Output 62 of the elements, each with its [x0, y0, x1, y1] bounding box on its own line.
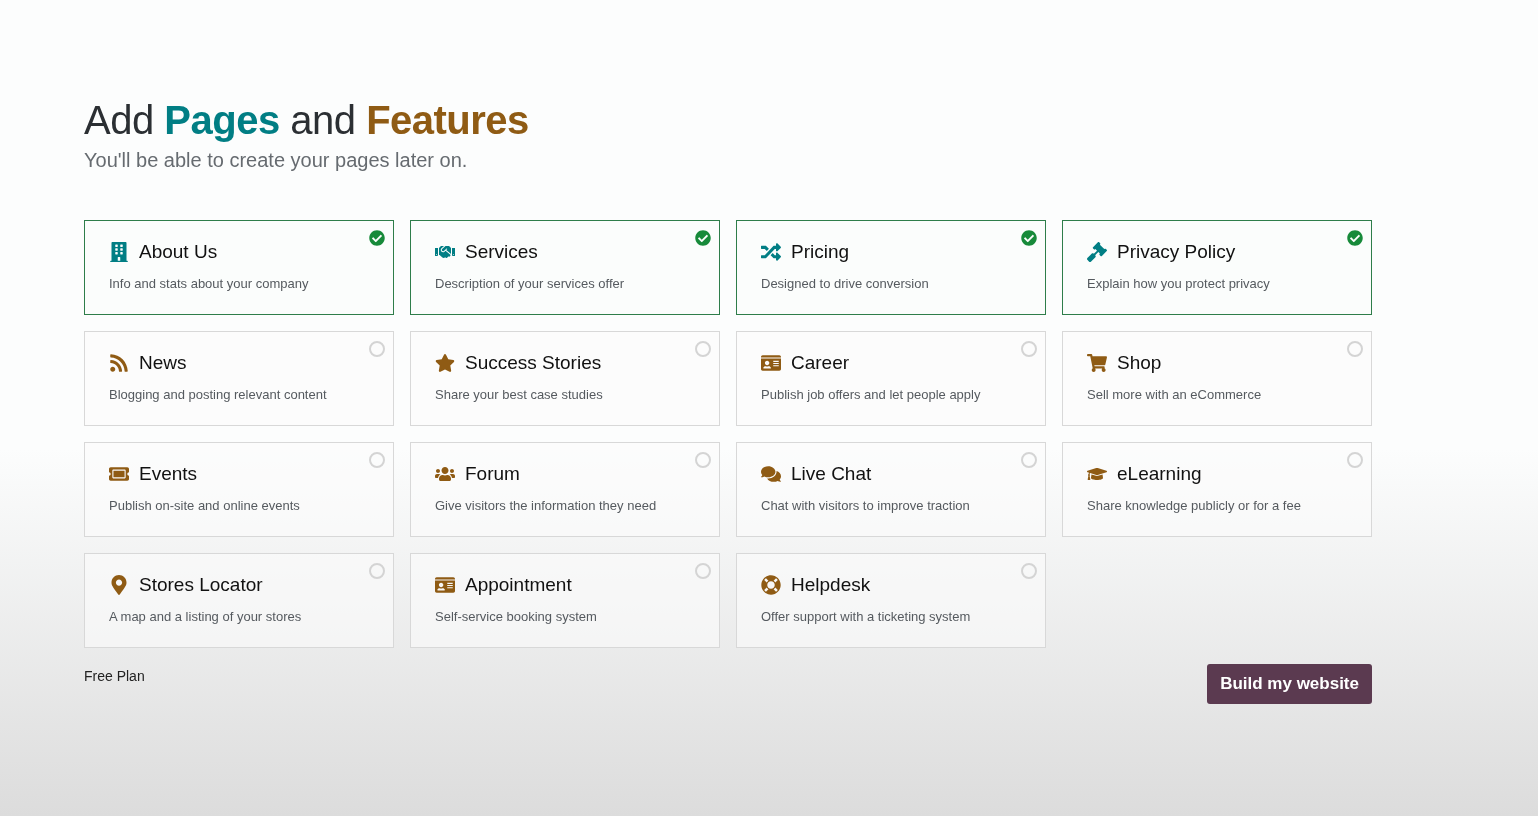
- feature-card[interactable]: Live Chat Chat with visitors to improve traction: [736, 442, 1046, 537]
- page-title: Add Pages and Features: [84, 98, 530, 143]
- feature-name: Events: [139, 463, 198, 485]
- feature-description: Publish job offers and let people apply: [761, 387, 982, 402]
- feature-name: Privacy Policy: [1117, 241, 1236, 263]
- feature-name: Shop: [1117, 352, 1162, 374]
- building-icon: [109, 242, 129, 262]
- feature-card[interactable]: Shop Sell more with an eCommerce: [1062, 331, 1372, 426]
- feature-card[interactable]: Success Stories Share your best case studies: [410, 331, 720, 426]
- users-icon: [435, 464, 455, 484]
- feature-card[interactable]: Appointment Self-service booking system: [410, 553, 720, 648]
- map-pin-icon: [109, 575, 129, 595]
- feature-name: Services: [465, 241, 538, 263]
- feature-name: Pricing: [791, 241, 850, 263]
- feature-description: Give visitors the information they need: [435, 498, 658, 513]
- feature-card[interactable]: Stores Locator A map and a listing of your stores: [84, 553, 394, 648]
- feature-name: News: [139, 352, 187, 374]
- star-icon: [435, 353, 455, 373]
- feature-description: Explain how you protect privacy: [1087, 276, 1271, 291]
- feature-name: Stores Locator: [139, 574, 263, 596]
- feature-name: eLearning: [1117, 463, 1202, 485]
- chat-bubbles-icon: [761, 464, 781, 484]
- feature-description: Designed to drive conversion: [761, 276, 930, 291]
- ticket-icon: [109, 464, 129, 484]
- shuffle-icon: [761, 242, 781, 262]
- feature-description: Blogging and posting relevant content: [109, 387, 328, 402]
- plan-label: Free Plan: [84, 668, 145, 684]
- feature-card[interactable]: Services Description of your services offer: [410, 220, 720, 315]
- feature-name: Helpdesk: [791, 574, 871, 596]
- feature-name: Career: [791, 352, 850, 374]
- feature-description: Offer support with a ticketing system: [761, 609, 972, 624]
- feature-card[interactable]: eLearning Share knowledge publicly or for a fee: [1062, 442, 1372, 537]
- feature-description: Description of your services offer: [435, 276, 626, 291]
- lifebuoy-icon: [761, 575, 781, 595]
- feature-card[interactable]: About Us Info and stats about your company: [84, 220, 394, 315]
- feature-card[interactable]: Pricing Designed to drive conversion: [736, 220, 1046, 315]
- feature-name: About Us: [139, 241, 218, 263]
- feature-card[interactable]: Career Publish job offers and let people apply: [736, 331, 1046, 426]
- feature-description: A map and a listing of your stores: [109, 609, 303, 624]
- feature-card[interactable]: Events Publish on-site and online events: [84, 442, 394, 537]
- feature-card[interactable]: Privacy Policy Explain how you protect privacy: [1062, 220, 1372, 315]
- rss-icon: [109, 353, 129, 373]
- feature-name: Appointment: [465, 574, 572, 596]
- id-card-icon: [435, 575, 455, 595]
- feature-card[interactable]: Helpdesk Offer support with a ticketing system: [736, 553, 1046, 648]
- feature-description: Share knowledge publicly or for a fee: [1087, 498, 1302, 513]
- feature-description: Share your best case studies: [435, 387, 604, 402]
- page-subtitle: You'll be able to create your pages later on.: [84, 149, 469, 172]
- id-card-icon: [761, 353, 781, 373]
- feature-card[interactable]: News Blogging and posting relevant content: [84, 331, 394, 426]
- feature-description: Info and stats about your company: [109, 276, 310, 291]
- feature-description: Self-service booking system: [435, 609, 598, 624]
- feature-name: Success Stories: [465, 352, 602, 374]
- feature-name: Forum: [465, 463, 520, 485]
- cart-icon: [1087, 353, 1107, 373]
- feature-description: Publish on-site and online events: [109, 498, 301, 513]
- feature-name: Live Chat: [791, 463, 872, 485]
- feature-description: Chat with visitors to improve traction: [761, 498, 971, 513]
- build-website-button[interactable]: Build my website: [1207, 664, 1372, 704]
- feature-card[interactable]: Forum Give visitors the information they need: [410, 442, 720, 537]
- gavel-icon: [1087, 242, 1107, 262]
- feature-description: Sell more with an eCommerce: [1087, 387, 1263, 402]
